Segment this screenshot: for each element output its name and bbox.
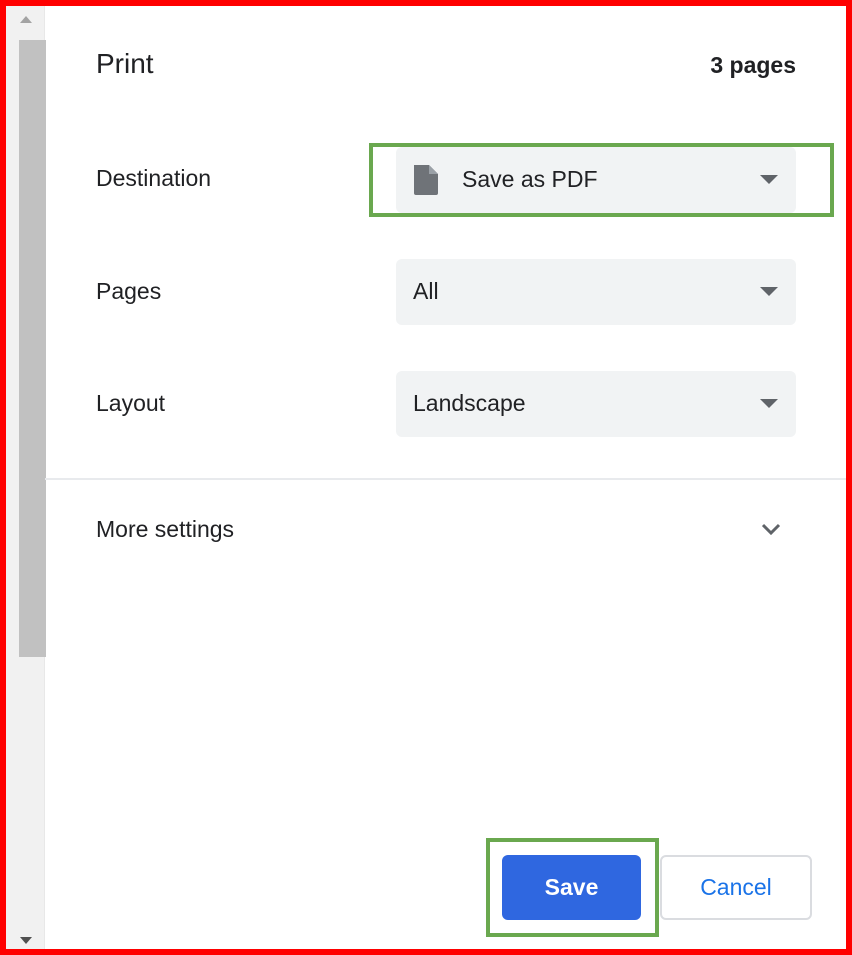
pages-select[interactable]: All (396, 259, 796, 325)
dialog-title: Print (96, 48, 154, 79)
chevron-down-icon[interactable] (758, 516, 784, 542)
more-settings-toggle[interactable]: More settings (96, 516, 234, 543)
layout-value: Landscape (413, 390, 526, 416)
scroll-up-arrow-icon[interactable] (20, 16, 32, 23)
dropdown-caret-icon (760, 287, 778, 296)
layout-label: Layout (96, 390, 166, 416)
cancel-button[interactable]: Cancel (660, 855, 812, 920)
pages-value: All (413, 278, 439, 304)
destination-label: Destination (96, 165, 212, 191)
scroll-down-arrow-icon[interactable] (20, 937, 32, 944)
page-count: 3 pages (710, 52, 796, 78)
vertical-scrollbar[interactable] (6, 6, 46, 949)
section-divider (45, 478, 846, 480)
dropdown-caret-icon (760, 399, 778, 408)
scroll-thumb[interactable] (19, 40, 46, 657)
layout-select[interactable]: Landscape (396, 371, 796, 437)
destination-highlight-box (369, 143, 834, 217)
pages-label: Pages (96, 278, 162, 304)
save-highlight-box (486, 838, 659, 937)
